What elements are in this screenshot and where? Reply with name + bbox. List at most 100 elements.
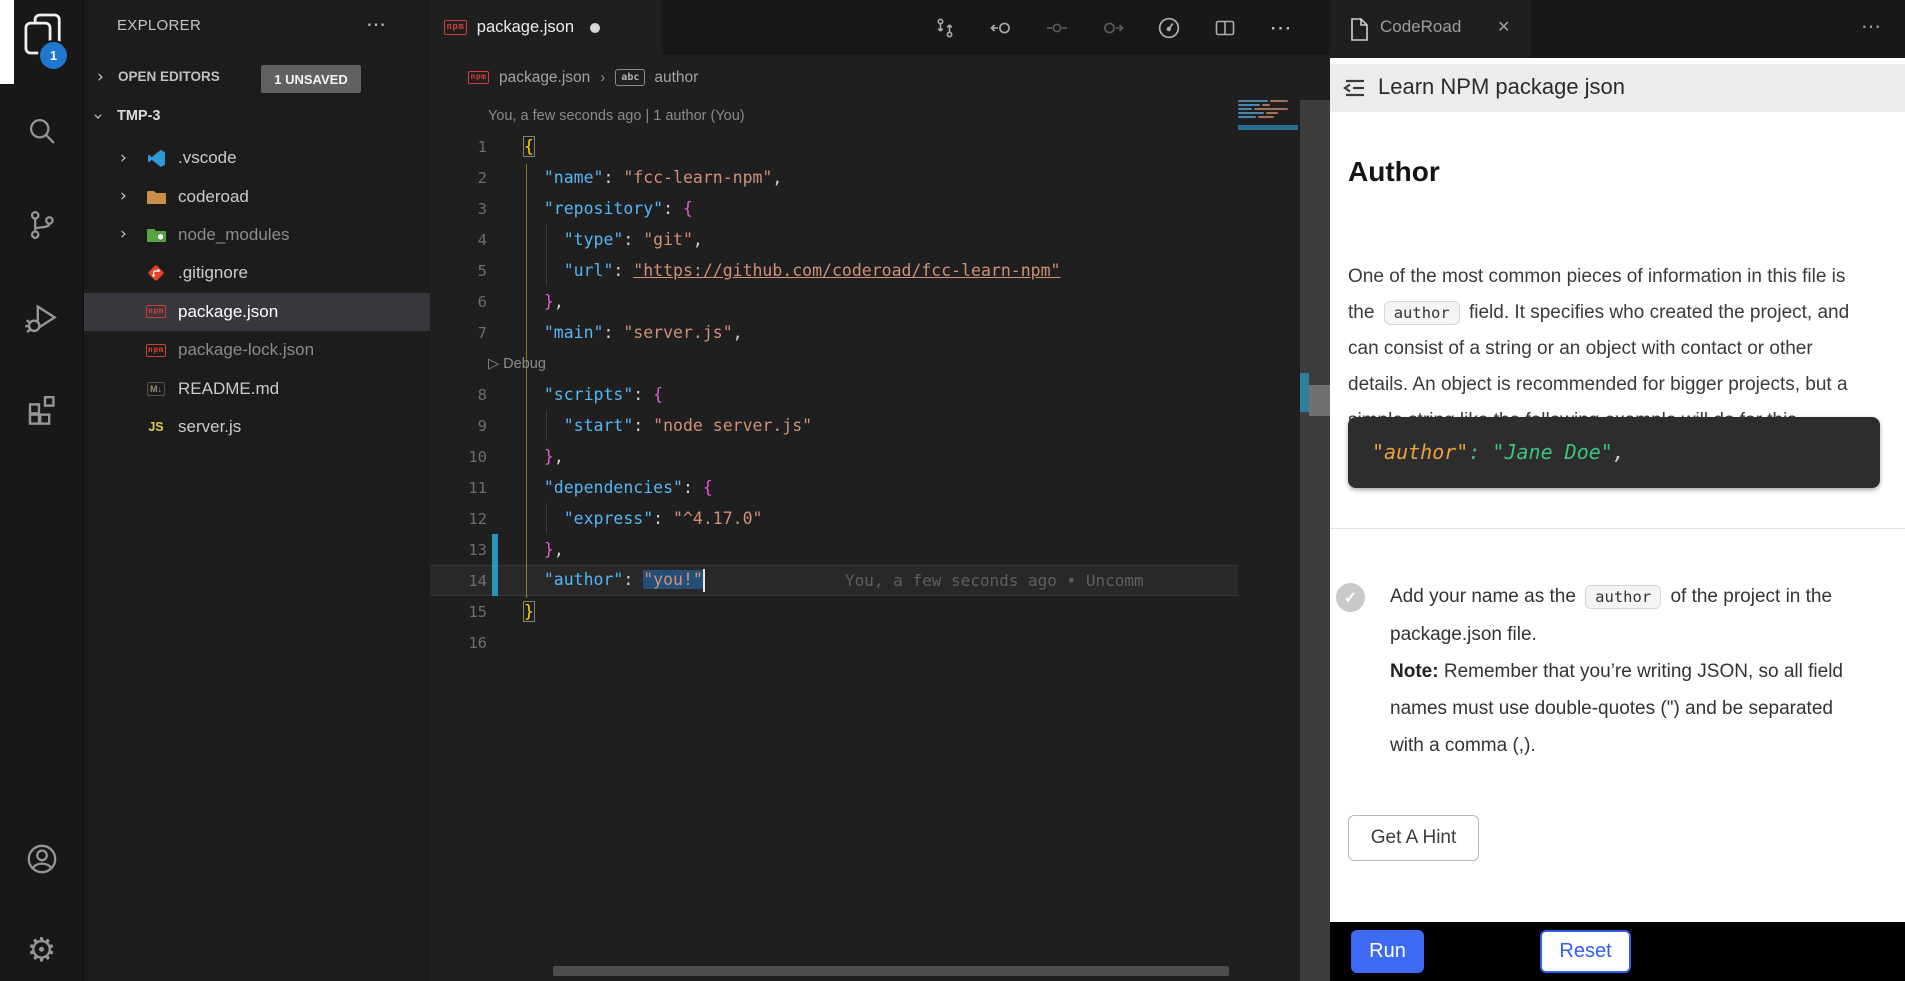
horizontal-scrollbar[interactable] [553, 966, 1229, 976]
more-actions-icon[interactable]: ⋯ [1268, 15, 1294, 41]
tree-item--vscode[interactable]: ›.vscode [84, 139, 430, 177]
open-editors-section[interactable]: › OPEN EDITORS 1 UNSAVED [84, 60, 430, 98]
divider [1330, 528, 1905, 529]
sidebar-more-actions-icon[interactable]: ⋯ [366, 12, 388, 37]
extensions-icon[interactable] [0, 390, 83, 426]
explorer-files-icon[interactable]: 1 [0, 4, 83, 64]
line-number[interactable]: 10 [430, 448, 487, 466]
code-line-11[interactable]: 11 "dependencies": { [430, 472, 1238, 503]
unsaved-count-badge: 1 [38, 40, 69, 71]
line-number[interactable]: 14 [430, 572, 487, 590]
run-debug-icon[interactable] [0, 300, 83, 336]
source-control-icon[interactable] [0, 207, 83, 243]
sidebar-header: EXPLORER ⋯ [84, 14, 430, 40]
tree-item-package-json[interactable]: npm package.json [84, 293, 430, 331]
run-profile-icon[interactable] [1156, 15, 1182, 41]
step-back-icon[interactable] [1044, 15, 1070, 41]
breadcrumb-file[interactable]: package.json [499, 69, 590, 87]
line-number[interactable]: 12 [430, 510, 487, 528]
project-root-item[interactable]: › TMP-3 [84, 100, 430, 138]
account-icon[interactable] [0, 841, 83, 877]
npm-file-icon: npm [468, 71, 489, 84]
tree-item-node-modules[interactable]: ›node_modules [84, 216, 430, 254]
step-forward-icon[interactable] [1100, 15, 1126, 41]
code-line-3[interactable]: 3 "repository": { [430, 193, 1238, 224]
code-example: "author": "Jane Doe", [1348, 417, 1880, 488]
line-number[interactable]: 3 [430, 200, 487, 218]
activity-bar: 1 [0, 0, 84, 981]
code-line-12[interactable]: 12 "express": "^4.17.0" [430, 503, 1238, 534]
tree-item-server-js[interactable]: JSserver.js [84, 408, 430, 446]
line-number[interactable]: 5 [430, 262, 487, 280]
code-line-4[interactable]: 4 "type": "git", [430, 224, 1238, 255]
editor-tab-bar: npm package.json [430, 0, 1330, 55]
chevron-right-icon: › [120, 188, 127, 205]
code-line-5[interactable]: 5 "url": "https://github.com/coderoad/fc… [430, 255, 1238, 286]
line-number[interactable]: 4 [430, 231, 487, 249]
file-name: .gitignore [178, 263, 248, 283]
file-name: coderoad [178, 187, 249, 207]
inline-code-chip: author [1384, 301, 1460, 325]
modified-gutter-bar [492, 565, 498, 596]
line-number[interactable]: 13 [430, 541, 487, 559]
tree-item-readme-md[interactable]: M↓ README.md [84, 369, 430, 407]
file-name: README.md [178, 379, 279, 399]
codelens[interactable]: You, a few seconds ago | 1 author (You) [430, 100, 1238, 131]
code-line-10[interactable]: 10 }, [430, 441, 1238, 472]
code-line-14[interactable]: 14 "author": "you!"You, a few seconds ag… [430, 565, 1238, 596]
file-name: package.json [178, 302, 278, 322]
line-number[interactable]: 6 [430, 293, 487, 311]
tree-item--gitignore[interactable]: .gitignore [84, 254, 430, 292]
npm-icon: npm [144, 339, 168, 361]
search-icon[interactable] [0, 113, 83, 149]
code-line-2[interactable]: 2 "name": "fcc-learn-npm", [430, 162, 1238, 193]
line-number[interactable]: 16 [430, 634, 487, 652]
compare-changes-icon[interactable] [932, 15, 958, 41]
get-a-hint-button[interactable]: Get A Hint [1348, 815, 1479, 861]
line-number[interactable]: 9 [430, 417, 487, 435]
editor-group: npm package.json [430, 0, 1330, 981]
breadcrumb: npm package.json › abc author [430, 55, 1330, 100]
line-number[interactable]: 8 [430, 386, 487, 404]
tab-package-json[interactable]: npm package.json [430, 0, 662, 55]
inline-code-chip: author [1585, 585, 1661, 609]
code-line-8[interactable]: 8 "scripts": { [430, 379, 1238, 410]
tree-item-coderoad[interactable]: › coderoad [84, 177, 430, 215]
collapse-menu-icon[interactable] [1340, 74, 1368, 107]
code-line-16[interactable]: 16 [430, 627, 1238, 658]
line-number[interactable]: 1 [430, 138, 487, 156]
reverse-continue-icon[interactable] [988, 15, 1014, 41]
codelens[interactable]: ▷ Debug [430, 348, 1238, 379]
settings-gear-icon[interactable]: ⚙ [0, 931, 83, 967]
npm-icon: npm [144, 301, 168, 323]
code-line-6[interactable]: 6 }, [430, 286, 1238, 317]
tab-coderoad[interactable]: CodeRoad ✕ [1330, 0, 1530, 58]
code-line-9[interactable]: 9 "start": "node server.js" [430, 410, 1238, 441]
code-editor[interactable]: You, a few seconds ago | 1 author (You)1… [430, 100, 1238, 658]
minimap[interactable] [1238, 100, 1298, 140]
code-line-1[interactable]: 1{ [430, 131, 1238, 162]
code-line-7[interactable]: 7 "main": "server.js", [430, 317, 1238, 348]
reset-button[interactable]: Reset [1540, 930, 1631, 973]
modified-gutter-bar [492, 534, 498, 565]
breadcrumb-symbol[interactable]: author [654, 69, 698, 87]
lesson-heading: Author [1348, 156, 1440, 188]
split-editor-icon[interactable] [1212, 15, 1238, 41]
run-button[interactable]: Run [1351, 930, 1424, 973]
minimap-selection [1238, 125, 1298, 130]
file-name: .vscode [178, 148, 237, 168]
close-icon[interactable]: ✕ [1497, 17, 1510, 37]
line-number[interactable]: 7 [430, 324, 487, 342]
scrollbar-slider[interactable] [1309, 385, 1330, 416]
line-number[interactable]: 2 [430, 169, 487, 187]
line-number[interactable]: 15 [430, 603, 487, 621]
panel-more-actions-icon[interactable]: ⋯ [1861, 14, 1883, 39]
md-icon: M↓ [144, 378, 168, 400]
tree-item-package-lock-json[interactable]: npmpackage-lock.json [84, 331, 430, 369]
editor-scrollbar[interactable] [1300, 100, 1330, 981]
line-number[interactable]: 11 [430, 479, 487, 497]
code-line-13[interactable]: 13 }, [430, 534, 1238, 565]
sidebar-title: EXPLORER [117, 17, 201, 34]
modified-marker [1300, 373, 1309, 412]
code-line-15[interactable]: 15} [430, 596, 1238, 627]
